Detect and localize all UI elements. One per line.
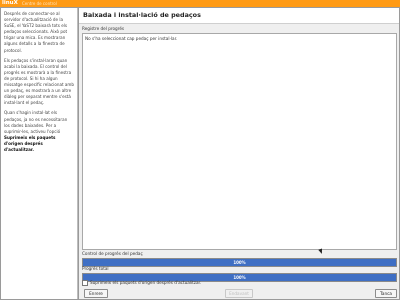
checkbox-box[interactable] [82,280,88,286]
patch-progress-label: Control de progrés del pedaç [82,251,143,256]
app-title: Centre de control [22,1,57,6]
help-pane: Després de connectar-se al servidor d'ac… [1,8,78,299]
checkbox-label[interactable]: Suprimeix els paquets d'origen després d… [90,280,201,286]
total-progress-label: Progrés total [82,266,109,271]
title-bar: linuX Centre de control [0,0,400,7]
log-message: No s'ha seleccionat cap pedaç per instal… [85,36,178,41]
progress-log[interactable]: No s'ha seleccionat cap pedaç per instal… [82,33,397,250]
next-button[interactable]: Endavant [225,289,253,298]
help-paragraph: Quan s'hagin instal·lat els pedaços, ja … [1,110,77,153]
back-button[interactable]: Enrere [84,289,108,298]
page-title: Baixada i instal·lació de pedaços [83,11,201,19]
help-bold-option: Suprimeix els paquets d'origen després d… [4,134,56,152]
app-logo: linuX [2,0,18,6]
close-button[interactable]: Tanca [375,289,397,298]
help-text: Quan s'hagin instal·lat els pedaços, ja … [4,110,68,134]
patch-progress-bar: 100% [82,258,397,267]
help-paragraph: Els pedaços s'instal·laran quan acabi la… [4,57,74,106]
page-header: Baixada i instal·lació de pedaços [79,8,399,24]
help-paragraph: Després de connectar-se al servidor d'ac… [4,11,68,53]
main-panel: Baixada i instal·lació de pedaços Regist… [79,8,399,299]
log-label: Registre del progrés [82,26,125,31]
patch-progress-text: 100% [233,260,246,265]
